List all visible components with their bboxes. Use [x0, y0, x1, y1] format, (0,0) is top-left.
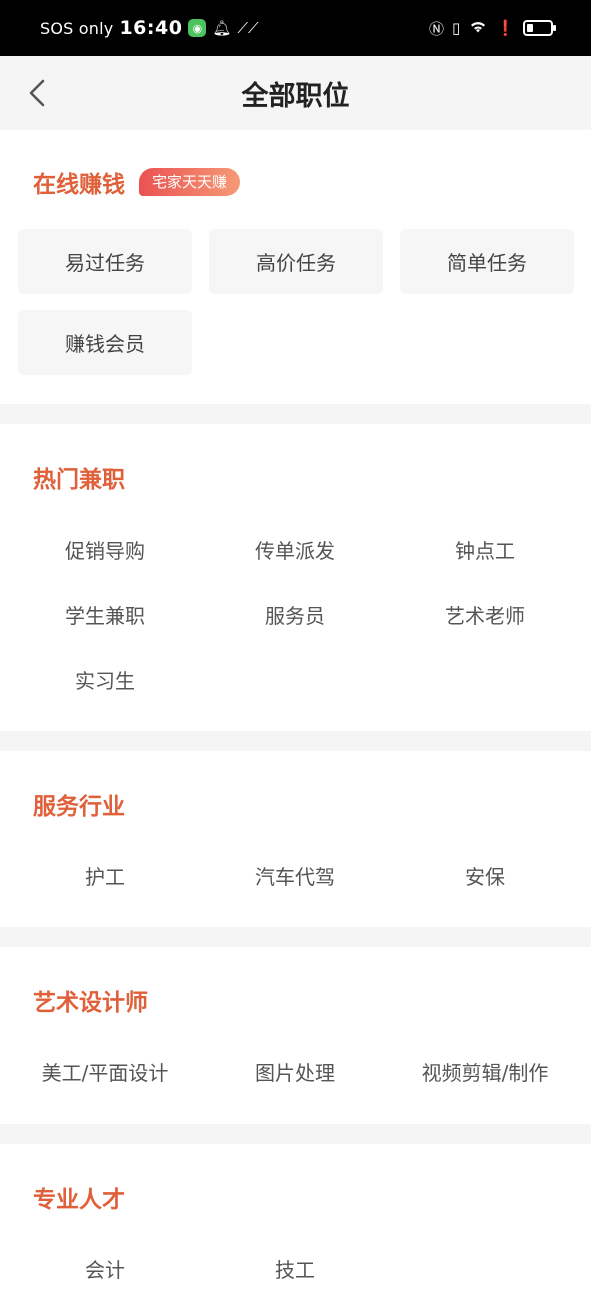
art-job-grid: 美工/平面设计 图片处理 视频剪辑/制作 — [10, 1039, 581, 1104]
job-item[interactable]: 钟点工 — [390, 517, 580, 582]
section-online-header: 在线赚钱 宅家天天赚 — [18, 165, 573, 199]
service-job-grid: 护工 汽车代驾 安保 — [10, 843, 581, 908]
job-item[interactable]: 视频剪辑/制作 — [390, 1039, 580, 1104]
page-title: 全部职位 — [241, 80, 350, 112]
online-task-grid: 易过任务 高价任务 简单任务 赚钱会员 — [18, 229, 574, 375]
section-title: 艺术设计师 — [33, 990, 148, 1016]
section-service: 服务行业 护工 汽车代驾 安保 — [0, 751, 591, 927]
job-item[interactable]: 护工 — [10, 843, 200, 908]
status-bar-left: SOS only 16:40 ◉ 🔔︎ ⟋⟋ — [40, 17, 258, 39]
section-pro: 专业人才 会计 技工 — [0, 1144, 591, 1304]
section-divider — [0, 1124, 591, 1144]
clock: 16:40 — [119, 17, 183, 39]
task-button[interactable]: 易过任务 — [18, 229, 192, 294]
section-pro-header: 专业人才 — [10, 1180, 581, 1214]
vibrate-icon: ▯ — [452, 19, 461, 37]
job-item[interactable]: 技工 — [200, 1236, 390, 1301]
carrier-label: SOS only — [40, 18, 114, 38]
section-service-header: 服务行业 — [10, 787, 581, 821]
hot-job-grid: 促销导购 传单派发 钟点工 学生兼职 服务员 艺术老师 实习生 — [10, 517, 581, 712]
section-hot-header: 热门兼职 — [10, 460, 581, 494]
battery-fill — [527, 24, 533, 32]
job-item[interactable]: 图片处理 — [200, 1039, 390, 1104]
battery-icon — [523, 20, 556, 36]
back-button[interactable] — [22, 74, 52, 112]
task-button[interactable]: 简单任务 — [400, 229, 574, 294]
job-item[interactable]: 服务员 — [200, 582, 390, 647]
job-item[interactable]: 学生兼职 — [10, 582, 200, 647]
link-icon: ⟋⟋ — [237, 19, 259, 37]
status-bar: SOS only 16:40 ◉ 🔔︎ ⟋⟋ Ⓝ ▯ ❗ — [0, 0, 591, 56]
section-online: 在线赚钱 宅家天天赚 易过任务 高价任务 简单任务 赚钱会员 — [0, 130, 591, 404]
section-divider — [0, 731, 591, 751]
section-art-header: 艺术设计师 — [10, 983, 581, 1017]
chat-app-icon: ◉ — [188, 19, 207, 37]
job-item[interactable]: 美工/平面设计 — [10, 1039, 200, 1104]
job-item[interactable]: 艺术老师 — [390, 582, 580, 647]
job-item[interactable]: 传单派发 — [200, 517, 390, 582]
job-item[interactable]: 汽车代驾 — [200, 843, 390, 908]
job-item[interactable]: 促销导购 — [10, 517, 200, 582]
task-button[interactable]: 赚钱会员 — [18, 310, 192, 375]
wifi-icon — [468, 18, 488, 38]
job-categories: 在线赚钱 宅家天天赚 易过任务 高价任务 简单任务 赚钱会员 热门兼职 促销导购… — [0, 130, 591, 1304]
status-bar-right: Ⓝ ▯ ❗ — [429, 18, 556, 39]
promo-tag: 宅家天天赚 — [139, 168, 241, 196]
chevron-left-icon — [29, 79, 45, 107]
section-divider — [0, 404, 591, 424]
job-item[interactable]: 安保 — [390, 843, 580, 908]
section-hot: 热门兼职 促销导购 传单派发 钟点工 学生兼职 服务员 艺术老师 实习生 — [0, 424, 591, 731]
alert-icon: ❗ — [496, 19, 515, 37]
job-item[interactable]: 实习生 — [10, 647, 200, 712]
section-title: 专业人才 — [33, 1187, 125, 1213]
section-title: 服务行业 — [33, 794, 125, 820]
pro-job-grid: 会计 技工 — [10, 1236, 581, 1301]
section-divider — [0, 927, 591, 947]
bell-icon: 🔔︎ — [212, 19, 232, 37]
nav-bar: 全部职位 — [0, 56, 591, 130]
task-button[interactable]: 高价任务 — [209, 229, 383, 294]
section-art: 艺术设计师 美工/平面设计 图片处理 视频剪辑/制作 — [0, 947, 591, 1124]
job-item[interactable]: 会计 — [10, 1236, 200, 1301]
section-title: 热门兼职 — [33, 467, 125, 493]
section-title: 在线赚钱 — [33, 172, 125, 198]
nfc-icon: Ⓝ — [429, 19, 445, 38]
